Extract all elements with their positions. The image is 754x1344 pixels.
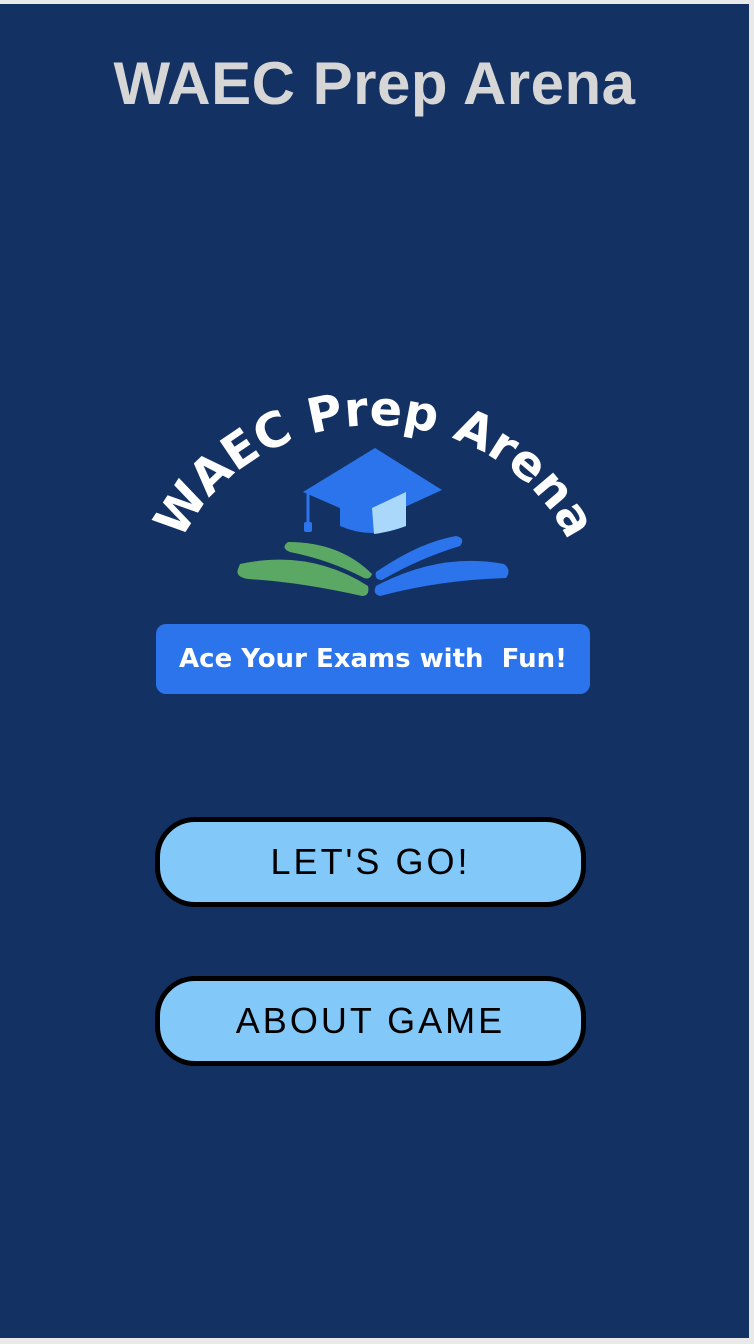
tagline-banner: Ace Your Exams with Fun! xyxy=(156,624,590,694)
app-logo: WAEC Prep Arena Ace Your Exams with Fun! xyxy=(140,374,600,704)
main-screen: WAEC Prep Arena WAEC Prep Aren a xyxy=(0,4,749,1338)
open-book-icon xyxy=(237,536,509,596)
about-game-button[interactable]: ABOUT GAME xyxy=(155,976,586,1066)
app-title: WAEC Prep Arena xyxy=(113,50,636,117)
tagline-text: Ace Your Exams with Fun! xyxy=(179,644,567,674)
graduation-cap-icon xyxy=(303,448,442,534)
lets-go-button[interactable]: LET'S GO! xyxy=(155,817,586,907)
